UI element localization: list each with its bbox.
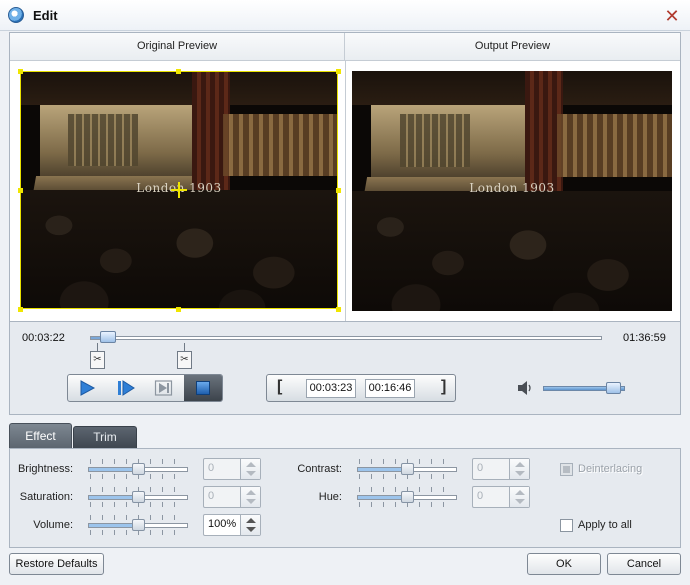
crop-handle-bottom-right[interactable] — [336, 307, 341, 312]
contrast-label: Contrast: — [297, 463, 342, 475]
close-icon[interactable]: ✕ — [662, 6, 682, 26]
original-preview-header: Original Preview — [10, 33, 345, 61]
contrast-spinner[interactable]: 0 — [472, 458, 530, 480]
brightness-spinner[interactable]: 0 — [203, 458, 261, 480]
play-button[interactable] — [68, 375, 107, 401]
stop-button[interactable] — [183, 375, 222, 401]
total-time: 01:36:59 — [623, 332, 666, 344]
hue-label: Hue: — [318, 491, 342, 503]
volume-thumb[interactable] — [132, 519, 145, 531]
skip-to-end-button[interactable] — [145, 375, 184, 401]
contrast-thumb[interactable] — [401, 463, 414, 475]
current-time: 00:03:22 — [22, 332, 65, 344]
brightness-slider[interactable] — [88, 459, 188, 479]
clip-start-time[interactable]: 00:03:23 — [306, 379, 356, 398]
saturation-thumb[interactable] — [132, 491, 145, 503]
master-volume-thumb[interactable] — [605, 382, 621, 394]
trim-end-marker-icon[interactable]: ✂ — [177, 351, 192, 369]
apply-to-all-checkbox[interactable] — [560, 519, 573, 532]
trim-start-stem — [97, 343, 98, 351]
play-icon — [80, 380, 96, 396]
volume-slider[interactable] — [88, 515, 188, 535]
playback-controls — [67, 374, 223, 402]
tab-trim[interactable]: Trim — [73, 426, 137, 448]
contrast-spin-arrows[interactable] — [509, 459, 529, 479]
seek-thumb[interactable] — [99, 331, 116, 343]
crop-crosshair-icon[interactable] — [171, 182, 187, 198]
output-video: London 1903 — [352, 71, 672, 311]
set-end-bracket-icon[interactable]: ] — [441, 378, 446, 396]
volume-value[interactable]: 100% — [208, 518, 236, 530]
crop-handle-top-left[interactable] — [18, 69, 23, 74]
brightness-value: 0 — [208, 462, 215, 474]
contrast-value: 0 — [477, 462, 484, 474]
app-icon — [8, 7, 24, 23]
brightness-thumb[interactable] — [132, 463, 145, 475]
hue-spinner[interactable]: 0 — [472, 486, 530, 508]
saturation-value: 0 — [208, 490, 215, 502]
crop-handle-bottom-left[interactable] — [18, 307, 23, 312]
original-video[interactable]: London 1903 — [20, 71, 338, 309]
skip-end-icon — [155, 380, 173, 396]
output-video-caption: London 1903 — [469, 181, 555, 196]
apply-to-all-label: Apply to all — [578, 519, 632, 531]
deinterlacing-label: Deinterlacing — [578, 463, 643, 475]
brightness-spin-arrows[interactable] — [240, 459, 260, 479]
pane-divider — [345, 61, 346, 321]
saturation-label: Saturation: — [19, 491, 73, 503]
output-preview-header: Output Preview — [345, 33, 680, 61]
step-forward-button[interactable] — [107, 375, 146, 401]
clip-range-controls: [ 00:03:23 00:16:46 ] — [266, 374, 456, 402]
clip-end-time[interactable]: 00:16:46 — [365, 379, 415, 398]
crop-handle-top-right[interactable] — [336, 69, 341, 74]
brightness-label: Brightness: — [17, 463, 73, 475]
set-start-bracket-icon[interactable]: [ — [277, 378, 282, 396]
preview-area: Original Preview Output Preview London 1… — [9, 32, 681, 322]
crop-handle-bottom[interactable] — [176, 307, 181, 312]
volume-label: Volume: — [33, 519, 73, 531]
hue-value: 0 — [477, 490, 484, 502]
saturation-spin-arrows[interactable] — [240, 487, 260, 507]
stop-icon — [195, 381, 210, 395]
restore-defaults-button[interactable]: Restore Defaults — [9, 553, 104, 575]
saturation-spinner[interactable]: 0 — [203, 486, 261, 508]
cancel-button[interactable]: Cancel — [607, 553, 681, 575]
volume-spinner[interactable]: 100% — [203, 514, 261, 536]
hue-thumb[interactable] — [401, 491, 414, 503]
title-bar: Edit ✕ — [0, 0, 690, 31]
deinterlacing-checkbox[interactable] — [560, 463, 573, 476]
step-forward-icon — [117, 380, 135, 396]
trim-end-stem — [184, 343, 185, 351]
speaker-icon[interactable] — [516, 380, 534, 396]
volume-spin-arrows[interactable] — [240, 515, 260, 535]
hue-spin-arrows[interactable] — [509, 487, 529, 507]
crop-handle-top[interactable] — [176, 69, 181, 74]
crop-handle-left[interactable] — [18, 188, 23, 193]
seek-bar[interactable] — [90, 336, 602, 340]
contrast-slider[interactable] — [357, 459, 457, 479]
crop-handle-right[interactable] — [336, 188, 341, 193]
ok-button[interactable]: OK — [527, 553, 601, 575]
window-title: Edit — [33, 8, 58, 23]
trim-start-marker-icon[interactable]: ✂ — [90, 351, 105, 369]
output-frame-image: London 1903 — [352, 71, 672, 311]
hue-slider[interactable] — [357, 487, 457, 507]
tab-effect[interactable]: Effect — [9, 423, 72, 449]
saturation-slider[interactable] — [88, 487, 188, 507]
